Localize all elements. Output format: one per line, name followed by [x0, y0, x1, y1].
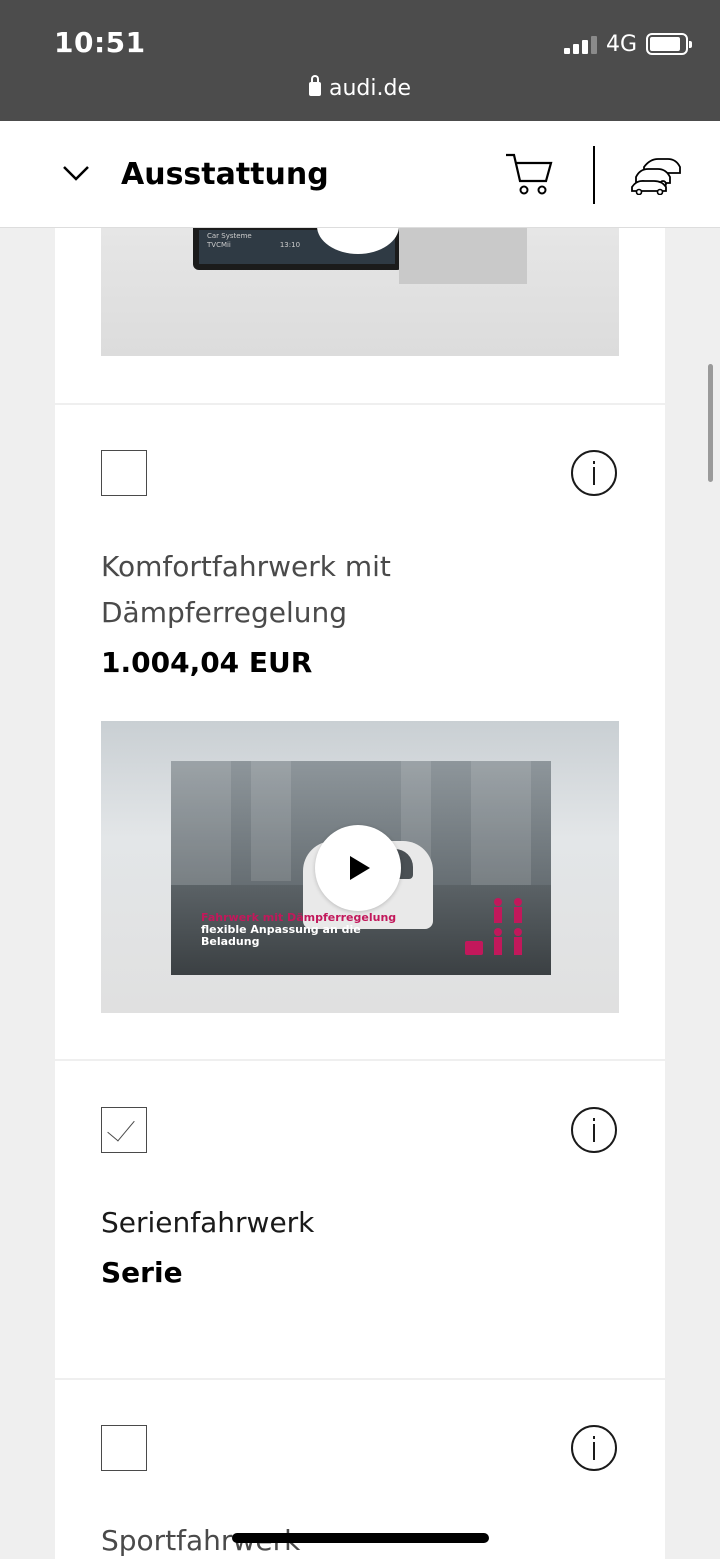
url-bar[interactable]: audi.de: [0, 75, 720, 101]
option-checkbox-sportfahrwerk[interactable]: [101, 1425, 147, 1471]
compare-cars-icon[interactable]: [630, 153, 682, 195]
option-checkbox-serienfahrwerk[interactable]: [101, 1107, 147, 1153]
home-indicator[interactable]: [232, 1533, 489, 1543]
lock-icon: [309, 75, 321, 96]
divider: [55, 1059, 665, 1061]
chevron-down-icon[interactable]: [62, 164, 90, 182]
network-type: 4G: [606, 32, 638, 57]
status-bar: 10:51 4G audi.de: [0, 0, 720, 121]
cart-icon[interactable]: [504, 151, 554, 197]
info-icon[interactable]: [571, 1425, 617, 1471]
page-title[interactable]: Ausstattung: [121, 157, 329, 192]
option-image: Car Systeme TVCMii 13:10: [101, 228, 619, 356]
play-button[interactable]: [315, 825, 401, 911]
option-checkbox-komfortfahrwerk[interactable]: [101, 450, 147, 496]
info-icon[interactable]: [571, 1107, 617, 1153]
passengers-icon: [465, 898, 522, 955]
scrollbar[interactable]: [708, 364, 713, 482]
battery-icon: [646, 33, 692, 55]
url-text: audi.de: [329, 76, 411, 101]
options-list: Car Systeme TVCMii 13:10 Komfortfahrwerk…: [55, 228, 665, 1559]
clock: 10:51: [54, 26, 146, 59]
screen-label: TVCMii: [207, 241, 231, 249]
signal-icon: [564, 36, 598, 54]
option-price: Serie: [101, 1256, 183, 1289]
info-icon[interactable]: [571, 450, 617, 496]
option-price: 1.004,04 EUR: [101, 646, 313, 679]
option-title: Komfortfahrwerk mit Dämpferregelung: [101, 550, 391, 629]
checkmark-icon: [107, 1112, 135, 1142]
option-video[interactable]: Fahrwerk mit Dämpferregelung flexible An…: [101, 721, 619, 1013]
divider: [55, 403, 665, 405]
divider: [55, 1378, 665, 1380]
app-header: Ausstattung: [0, 121, 720, 228]
header-divider: [593, 146, 595, 204]
video-caption: flexible Anpassung an die Beladung: [201, 923, 361, 948]
option-title: Serienfahrwerk: [101, 1206, 315, 1239]
device-image: [399, 228, 527, 284]
screen-label: 13:10: [279, 241, 301, 249]
